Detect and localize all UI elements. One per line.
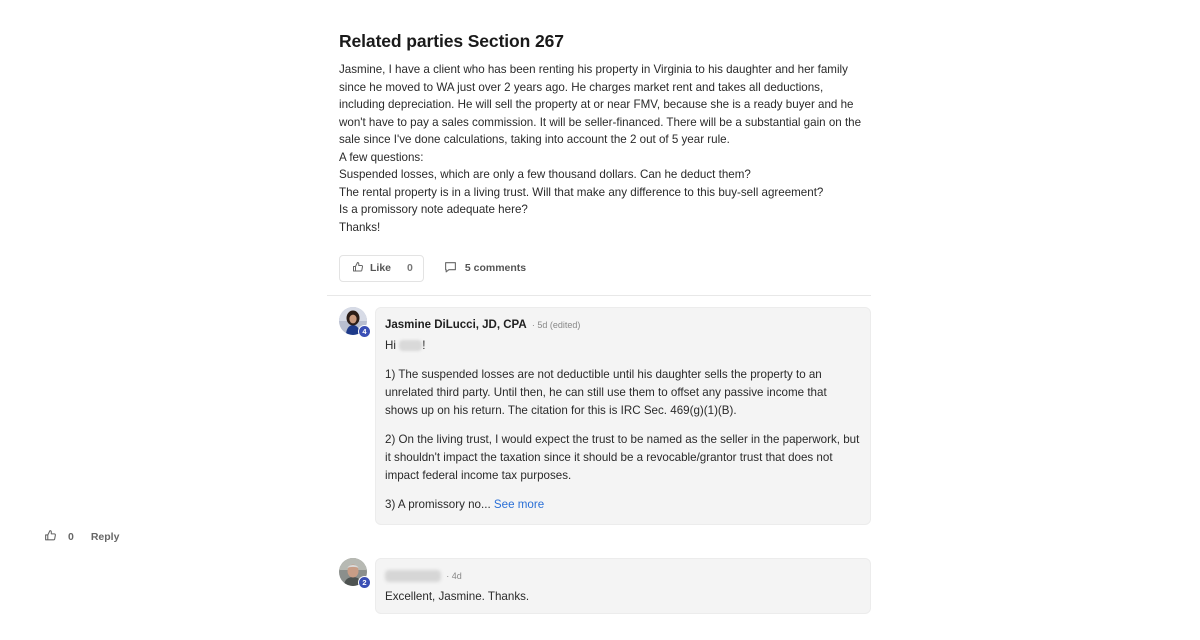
redacted-name [399,340,423,352]
comments-count-label: 5 comments [464,262,527,274]
comment-paragraph: 3) A promissory no... See more [385,496,860,514]
comment-icon [444,261,457,276]
comment-timestamp: · 4d [446,571,462,581]
post-paragraph: A few questions: [339,150,424,164]
comments-button[interactable]: 5 comments [444,261,526,276]
post-paragraph: Thanks! [339,220,381,234]
post-paragraph: Suspended losses, which are only a few t… [339,168,751,181]
comment-header: · 4d [385,569,860,583]
comment-actions: 0 Reply [44,529,119,545]
comment-like-count: 0 [68,531,74,543]
like-count: 0 [407,262,413,274]
comment-body: Excellent, Jasmine. Thanks. [385,588,860,606]
post-action-bar: Like 0 5 comments [339,254,526,282]
comment-timestamp: · 5d (edited) [531,320,581,330]
redacted-author[interactable] [385,569,441,582]
like-label: Like [370,262,392,274]
comment-greeting: Hi ! [385,337,860,355]
comment-paragraph: 2) On the living trust, I would expect t… [385,433,860,482]
comment-author[interactable]: Jasmine DiLucci, JD, CPA [385,319,527,331]
post-title: Related parties Section 267 [339,31,564,51]
like-button[interactable]: Like 0 [339,254,424,282]
post-paragraph: Jasmine, I have a client who has been re… [339,63,862,146]
level-badge: 4 [358,325,371,338]
truncated-text: 3) A promissory no... [385,498,491,511]
post-paragraph: Is a promissory note adequate here? [339,203,528,216]
comment-paragraph: 1) The suspended losses are not deductib… [385,368,827,417]
comment-body: Hi ! 1) The suspended losses are not ded… [385,337,860,514]
thumbs-up-icon [352,261,364,276]
reply-button[interactable]: Reply [91,531,120,543]
comment-bubble: · 4d Excellent, Jasmine. Thanks. [375,558,871,614]
greeting-text: Hi [385,339,396,352]
post-body: Jasmine, I have a client who has been re… [339,61,871,236]
comment-paragraph: Excellent, Jasmine. Thanks. [385,590,530,603]
divider [327,295,871,296]
thumbs-up-icon[interactable] [44,529,57,545]
comment-bubble: Jasmine DiLucci, JD, CPA · 5d (edited) H… [375,307,871,525]
greeting-punct: ! [422,339,426,352]
level-badge: 2 [358,576,371,589]
post-paragraph: The rental property is in a living trust… [339,185,824,199]
comment-header: Jasmine DiLucci, JD, CPA · 5d (edited) [385,318,860,332]
see-more-link[interactable]: See more [494,498,544,511]
